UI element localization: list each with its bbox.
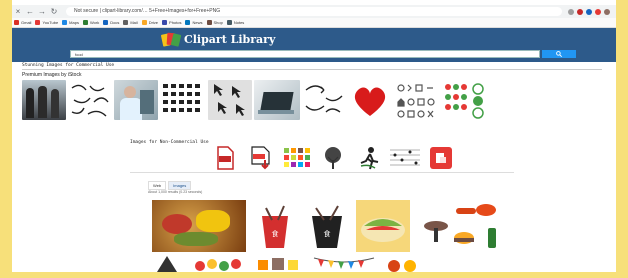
app-logo-icon[interactable] xyxy=(426,146,456,170)
premium-image-ui-icons[interactable] xyxy=(394,80,438,120)
premium-image-doctor[interactable] xyxy=(114,80,158,120)
bookmark-label: Shop xyxy=(213,20,223,25)
bookmark-item[interactable]: Docs xyxy=(103,20,119,25)
logo-text: Clipart Library xyxy=(184,32,276,46)
search-button[interactable] xyxy=(542,50,576,58)
tree-icon[interactable] xyxy=(318,146,348,170)
address-bar-row: × ← → ↻ Not secure | clipart-library.com… xyxy=(12,5,616,18)
bookmark-favicon-icon xyxy=(185,20,191,25)
extension-icons xyxy=(568,8,610,15)
svg-text:食: 食 xyxy=(324,229,331,238)
result-image-food-platter[interactable] xyxy=(152,200,246,252)
premium-image-laptop[interactable] xyxy=(254,80,300,120)
bookmark-label: Mail xyxy=(130,20,138,25)
result-image-fruits[interactable] xyxy=(190,254,246,272)
bookmark-item[interactable]: News xyxy=(185,20,203,25)
site-logo[interactable]: Clipart Library xyxy=(160,32,276,47)
result-tabs: Web Images xyxy=(148,181,192,190)
divider xyxy=(130,172,514,173)
divider xyxy=(22,69,602,70)
tab-web[interactable]: Web xyxy=(148,181,167,190)
bookmark-label: Maps xyxy=(69,20,79,25)
premium-image-row xyxy=(22,80,488,120)
bookmark-favicon-icon xyxy=(226,20,232,25)
search-input[interactable]: food xyxy=(70,50,540,58)
result-image-takeout-box-red[interactable]: 食 xyxy=(252,200,298,252)
result-image-triangle[interactable] xyxy=(152,254,182,272)
bookmarks-bar: Gmail YouTube Maps Work Docs Mail Drive Photos N… xyxy=(12,18,616,28)
bookmark-label: YouTube xyxy=(42,20,59,25)
reload-icon[interactable]: ↻ xyxy=(48,6,60,18)
bookmark-favicon-icon xyxy=(62,20,68,25)
search-icon xyxy=(556,51,562,57)
premium-image-arrows-doodle[interactable] xyxy=(68,80,112,120)
pdf-download-icon[interactable] xyxy=(246,146,276,170)
stock-section-title: Stunning Images for Commercial Use xyxy=(22,63,115,68)
bookmark-label: Work xyxy=(89,20,100,25)
extension-icon[interactable] xyxy=(586,8,592,15)
premium-image-cursors[interactable] xyxy=(208,80,252,120)
result-image-sandwich[interactable] xyxy=(356,200,410,252)
bookmark-item[interactable]: YouTube xyxy=(35,20,58,25)
logo-mark-icon xyxy=(160,32,182,47)
results-count: About 1,000 results (0.23 seconds) xyxy=(148,190,203,194)
runner-icon[interactable] xyxy=(354,146,384,170)
food-grid-icon[interactable] xyxy=(282,146,312,170)
background-bottom xyxy=(0,272,628,278)
premium-image-icon-set[interactable] xyxy=(160,80,206,120)
bookmark-favicon-icon xyxy=(14,20,19,25)
image-results-row-1: 食 食 xyxy=(152,200,506,252)
bookmark-favicon-icon xyxy=(162,20,168,25)
premium-image-colored-buttons[interactable] xyxy=(440,80,488,120)
result-image-party-banner[interactable] xyxy=(312,254,376,272)
bookmark-label: Docs xyxy=(110,20,120,25)
bookmark-item[interactable]: Shop xyxy=(206,20,223,25)
svg-text:食: 食 xyxy=(272,229,279,238)
browser-window: × ← → ↻ Not secure | clipart-library.com… xyxy=(12,0,616,272)
bookmark-label: Gmail xyxy=(21,20,32,25)
close-tab-icon[interactable]: × xyxy=(12,6,24,18)
result-image-takeout-box-black[interactable]: 食 xyxy=(304,200,350,252)
background-right xyxy=(616,0,628,278)
result-image-food-items[interactable] xyxy=(384,254,424,272)
premium-section-title: Premium Images by iStock xyxy=(22,72,82,78)
image-results-row-2 xyxy=(152,254,424,272)
bookmark-item[interactable]: Maps xyxy=(62,20,79,25)
bookmark-favicon-icon xyxy=(35,20,41,25)
premium-image-heart[interactable] xyxy=(348,80,392,120)
bookmark-item[interactable]: Gmail xyxy=(14,20,31,25)
extension-icon[interactable] xyxy=(568,8,574,15)
bookmark-favicon-icon xyxy=(206,20,212,25)
music-notes-icon[interactable] xyxy=(390,146,420,170)
bookmark-item[interactable]: Photos xyxy=(162,20,181,25)
tab-images[interactable]: Images xyxy=(168,181,192,190)
extension-icon[interactable] xyxy=(595,8,601,15)
bookmark-item[interactable]: Drive xyxy=(141,20,159,25)
premium-image-arrows[interactable] xyxy=(302,80,346,120)
back-arrow-icon[interactable]: ← xyxy=(24,6,36,18)
bookmark-item[interactable]: Mail xyxy=(123,20,138,25)
url-field[interactable]: Not secure | clipart-library.com/… 5+Fre… xyxy=(66,7,562,16)
bookmark-label: Notes xyxy=(233,20,245,25)
bookmark-label: News xyxy=(192,20,203,25)
result-image-snacks[interactable] xyxy=(254,254,304,272)
pdf-icon[interactable] xyxy=(210,146,240,170)
forward-arrow-icon[interactable]: → xyxy=(36,6,48,18)
bookmark-favicon-icon xyxy=(82,20,88,25)
bookmark-label: Drive xyxy=(148,20,159,25)
free-icon-row xyxy=(210,146,456,170)
bookmark-favicon-icon xyxy=(123,20,129,25)
extension-icon[interactable] xyxy=(577,8,583,15)
profile-avatar-icon[interactable] xyxy=(604,8,610,15)
free-section-title: Images for Non-Commercial Use xyxy=(130,140,209,145)
bookmark-item[interactable]: Notes xyxy=(226,20,245,25)
premium-image-people[interactable] xyxy=(22,80,66,120)
bookmark-item[interactable]: Work xyxy=(82,20,100,25)
bookmark-label: Photos xyxy=(169,20,182,25)
bookmark-favicon-icon xyxy=(141,20,147,25)
bookmark-favicon-icon xyxy=(103,20,109,25)
result-image-bbq-food[interactable] xyxy=(416,200,506,252)
background-left xyxy=(0,0,12,278)
site-header: Clipart Library food xyxy=(12,28,616,62)
